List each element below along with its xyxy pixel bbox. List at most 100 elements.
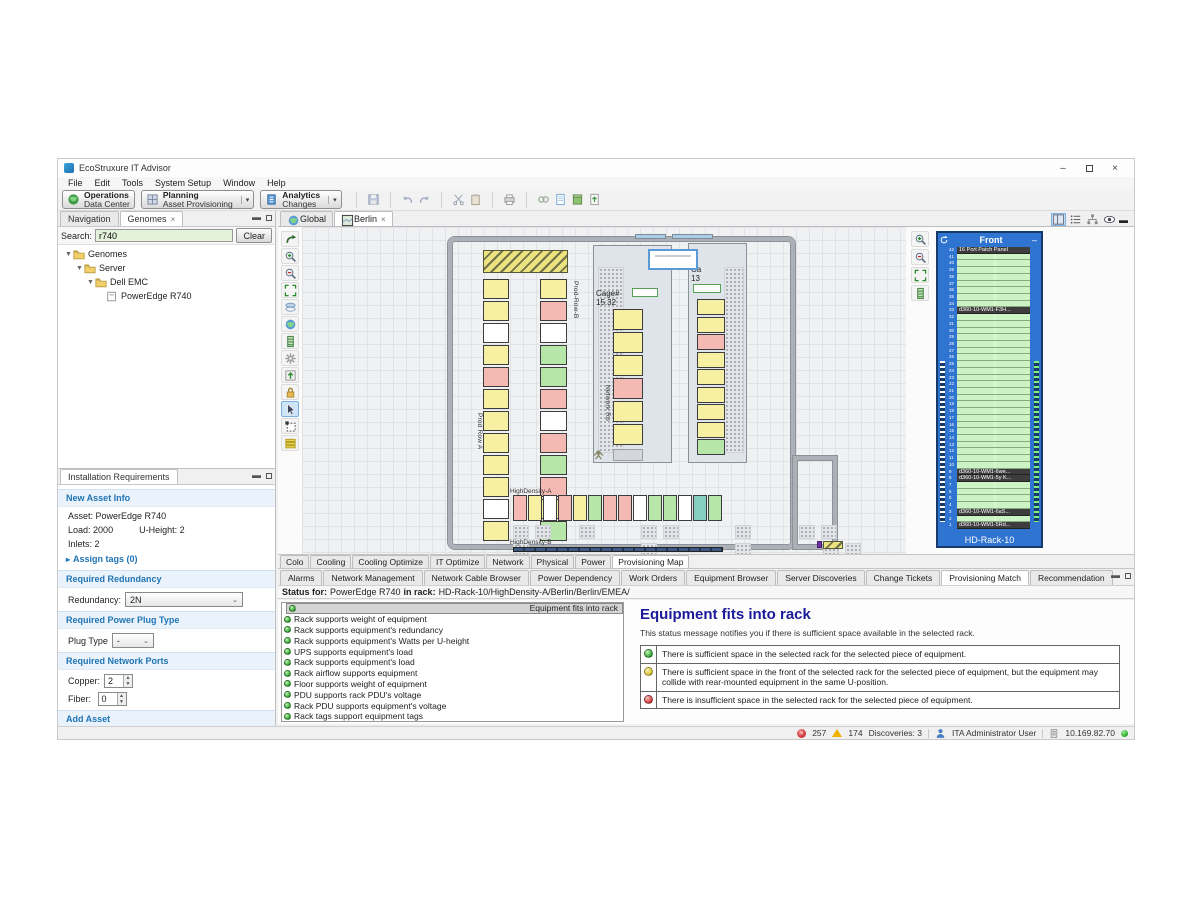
minimize-button[interactable]: – [1050,160,1076,176]
rack-unit-empty[interactable]: 13 [949,442,1030,449]
select-icon[interactable] [281,401,299,417]
rack-unit-empty[interactable]: 41 [949,254,1030,261]
tab-berlin[interactable]: Berlin× [334,211,393,226]
globe-icon[interactable] [281,316,299,332]
rack-highdensity-a[interactable] [588,495,602,521]
rack-highdensity-a[interactable] [693,495,707,521]
redo-icon[interactable] [416,192,433,208]
tab-navigation[interactable]: Navigation [60,211,119,226]
zoom-in-icon[interactable] [281,248,299,264]
rack-unit-empty[interactable]: 34 [949,301,1030,308]
rack-unit-empty[interactable]: 21 [949,388,1030,395]
rack-unit-empty[interactable]: 5 [949,495,1030,502]
rack-unit-occupied[interactable]: 9d360-10-WM1-6we... [949,469,1030,476]
package-icon[interactable] [569,192,586,208]
tile-icon[interactable] [281,418,299,434]
rack-cage-1[interactable] [613,332,643,353]
rack-unit-empty[interactable]: 23 [949,375,1030,382]
rack-cage-2[interactable] [697,387,725,403]
rack-unit-empty[interactable]: 26 [949,354,1030,361]
floor-tab-cooling-optimize[interactable]: Cooling Optimize [352,555,429,568]
toggle-panel-icon[interactable] [1051,213,1066,226]
chevron-down-icon[interactable]: ▾ [241,196,250,204]
checklist-item[interactable]: Rack supports equipment's Watts per U-he… [282,635,623,646]
rack-unit-empty[interactable]: 10 [949,462,1030,469]
checklist-item[interactable]: Floor supports weight of equipment [282,679,623,690]
maximize-panel-icon[interactable] [266,215,272,221]
undo-icon[interactable] [399,192,416,208]
chevron-down-icon[interactable]: ▾ [328,196,337,204]
rack-unit-empty[interactable]: 40 [949,260,1030,267]
zoom-out-icon[interactable] [281,265,299,281]
checklist-item[interactable]: Rack airflow supports equipment [282,668,623,679]
rack-unit-occupied[interactable]: 3d360-10-WM1-6aS... [949,509,1030,516]
floor-tab-colo[interactable]: Colo [280,555,309,568]
rack-unit-empty[interactable]: 31 [949,321,1030,328]
plug-type-select[interactable]: -⌄ [112,633,154,648]
floor-tab-it-optimize[interactable]: IT Optimize [430,555,485,568]
tab-global[interactable]: Global [280,211,333,226]
menu-system-setup[interactable]: System Setup [149,178,217,188]
rack-cage-2[interactable] [697,299,725,315]
rack-prod-row-b[interactable] [540,323,567,343]
rack-unit-empty[interactable]: 17 [949,415,1030,422]
rack-unit-empty[interactable]: 28 [949,341,1030,348]
rack-prod-row-b[interactable] [540,367,567,387]
rack-unit-empty[interactable]: 16 [949,422,1030,429]
rack-highdensity-a[interactable] [678,495,692,521]
rack-cage-1[interactable] [613,424,643,445]
rack-unit-empty[interactable]: 35 [949,294,1030,301]
rack-highdensity-a[interactable] [648,495,662,521]
rack-unit-empty[interactable]: 37 [949,281,1030,288]
perspective-planning[interactable]: PlanningAsset Provisioning▾ [141,190,254,209]
minimize-editor-icon[interactable]: ▬ [1119,215,1128,225]
rack-highdensity-a[interactable] [663,495,677,521]
close-icon[interactable]: × [171,215,176,224]
rack-prod-row-b[interactable] [540,301,567,321]
checklist-item[interactable]: Rack supports equipment's load [282,657,623,668]
rack-cage-2[interactable] [697,317,725,333]
floor-tab-power[interactable]: Power [575,555,611,568]
checklist-item[interactable]: Equipment fits into rack [286,603,623,614]
rack-highdensity-a[interactable] [633,495,647,521]
link-icon[interactable] [535,192,552,208]
rack-cage-2[interactable] [697,369,725,385]
tab-alarms[interactable]: Alarms [280,570,322,585]
floor-tab-cooling[interactable]: Cooling [310,555,351,568]
zoom-in-icon[interactable] [911,231,929,247]
cut-icon[interactable] [450,192,467,208]
sensor-box[interactable] [632,288,658,297]
tab-work-orders[interactable]: Work Orders [621,570,685,585]
rack-unit-empty[interactable]: 12 [949,448,1030,455]
menu-window[interactable]: Window [217,178,261,188]
rack-unit-empty[interactable]: 29 [949,334,1030,341]
rack-unit-empty[interactable]: 25 [949,361,1030,368]
zoom-fit-icon[interactable] [281,282,299,298]
rack-prod-row-b[interactable] [540,389,567,409]
save-icon[interactable] [365,192,382,208]
rack-prod-row-a[interactable] [483,345,509,365]
rack-highdensity-a[interactable] [603,495,617,521]
pan-icon[interactable] [281,231,299,247]
tab-power-dependency[interactable]: Power Dependency [530,570,620,585]
maximize-panel-icon[interactable] [1125,573,1131,579]
rack-cage-2[interactable] [697,422,725,438]
rack-highdensity-a[interactable] [558,495,572,521]
rack-unit-empty[interactable]: 36 [949,287,1030,294]
rack-unit-empty[interactable]: 18 [949,408,1030,415]
rack-unit-empty[interactable]: 11 [949,455,1030,462]
floor-plan-canvas[interactable]: Prod-Row-BProd Row ACage#15.32Network Ro… [302,227,906,554]
layers-icon[interactable] [281,299,299,315]
rack-highdensity-a[interactable] [543,495,557,521]
tree-item-server[interactable]: ▼Server [58,261,275,275]
rack-prod-row-b[interactable] [540,455,567,475]
rack-prod-row-a[interactable] [483,477,509,497]
rack-unit-empty[interactable]: 7 [949,482,1030,489]
perspective-analytics[interactable]: AnalyticsChanges▾ [260,190,341,209]
rack-unit-empty[interactable]: 38 [949,274,1030,281]
restore-button[interactable] [1076,160,1102,176]
rack-highdensity-a[interactable] [708,495,722,521]
menu-edit[interactable]: Edit [89,178,117,188]
rack-unit-empty[interactable]: 19 [949,401,1030,408]
import-icon[interactable] [586,192,603,208]
